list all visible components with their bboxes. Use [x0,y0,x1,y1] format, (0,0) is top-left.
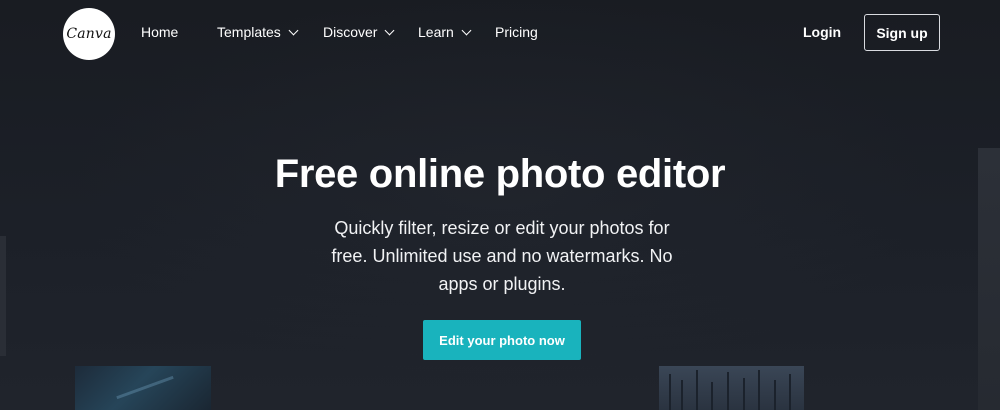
tree-silhouette [696,370,698,410]
tree-silhouette [789,374,791,410]
chevron-down-icon [385,25,395,35]
nav-templates-label: Templates [217,24,281,40]
nav-pricing[interactable]: Pricing [495,22,538,42]
nav-learn[interactable]: Learn [418,22,472,42]
hero-subtitle: Quickly filter, resize or edit your phot… [331,218,673,294]
nav-learn-label: Learn [418,24,454,40]
tree-silhouette [743,378,745,410]
signup-label: Sign up [876,24,928,41]
tree-silhouette [758,370,760,410]
chevron-down-icon [461,25,472,35]
nav-templates[interactable]: Templates [217,22,299,42]
nav-home[interactable]: Home [141,22,178,42]
top-navigation: Canva Home Templates Discover Learn Pric… [0,0,1000,66]
canva-photo-editor-page: Canva Home Templates Discover Learn Pric… [0,0,1000,410]
nav-pricing-label: Pricing [495,24,538,40]
tree-silhouette [669,374,671,410]
tree-silhouette [711,382,713,410]
tree-silhouette [681,380,683,410]
background-photo-thumbnail-right [659,366,804,410]
nav-discover-label: Discover [323,24,378,40]
login-link[interactable]: Login [803,24,841,40]
canva-logo[interactable]: Canva [63,8,115,60]
tree-silhouette [727,372,729,410]
cta-label: Edit your photo now [439,332,565,348]
nav-home-label: Home [141,24,179,40]
background-photo-thumbnail-left [75,366,211,410]
signup-button[interactable]: Sign up [864,14,940,51]
chevron-down-icon [288,25,299,35]
edit-photo-cta-button[interactable]: Edit your photo now [423,320,581,360]
hero-title: Free online photo editor [274,152,726,196]
tree-silhouette [774,380,776,410]
background-image-fragment-left [0,236,6,356]
logo-text: Canva [66,26,112,42]
nav-discover[interactable]: Discover [323,22,395,42]
